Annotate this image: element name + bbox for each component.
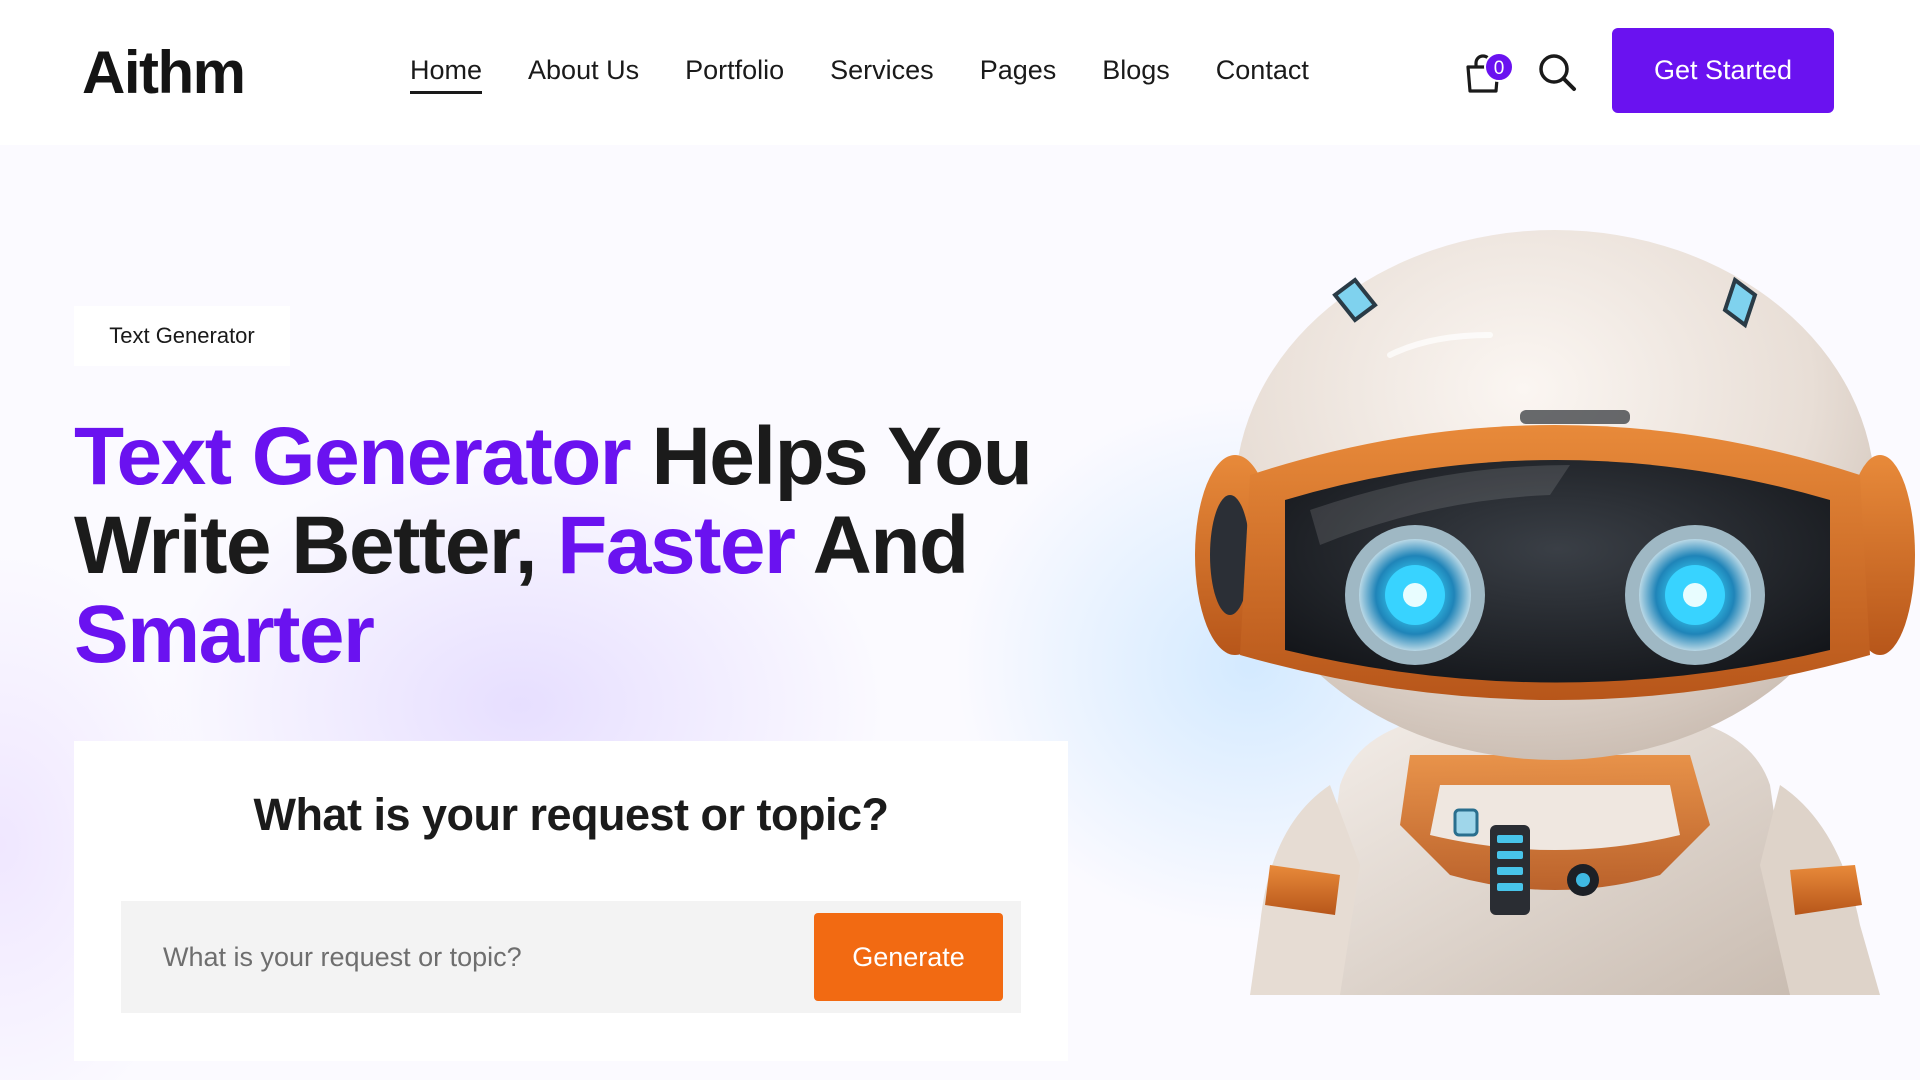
cart-count-badge: 0: [1484, 52, 1514, 82]
nav-item-contact[interactable]: Contact: [1216, 55, 1309, 94]
main-nav: Home About Us Portfolio Services Pages B…: [410, 55, 1309, 94]
brand-logo[interactable]: Aithm: [82, 38, 246, 107]
headline-highlight-faster: Faster: [557, 500, 796, 591]
nav-item-about-us[interactable]: About Us: [528, 55, 639, 94]
nav-item-pages[interactable]: Pages: [980, 55, 1057, 94]
generator-form-card: What is your request or topic? Generate: [74, 741, 1068, 1061]
hero-tag: Text Generator: [74, 306, 290, 366]
headline-highlight-smarter: Smarter: [74, 589, 375, 680]
search-icon[interactable]: [1535, 50, 1579, 94]
generate-button[interactable]: Generate: [814, 913, 1003, 1001]
site-header: Aithm Home About Us Portfolio Services P…: [0, 0, 1920, 145]
request-input[interactable]: [121, 901, 801, 1013]
nav-item-portfolio[interactable]: Portfolio: [685, 55, 784, 94]
nav-item-services[interactable]: Services: [830, 55, 934, 94]
request-input-wrapper: Generate: [121, 901, 1021, 1013]
form-title: What is your request or topic?: [253, 789, 889, 840]
get-started-button[interactable]: Get Started: [1612, 28, 1834, 113]
nav-item-blogs[interactable]: Blogs: [1102, 55, 1170, 94]
headline-highlight-text-generator: Text Generator: [74, 411, 632, 502]
hero-headline: Text Generator Helps You Write Better, F…: [74, 412, 1054, 679]
headline-text-2: And: [794, 500, 969, 591]
nav-item-home[interactable]: Home: [410, 55, 483, 94]
robot-illustration: [1190, 225, 1915, 995]
